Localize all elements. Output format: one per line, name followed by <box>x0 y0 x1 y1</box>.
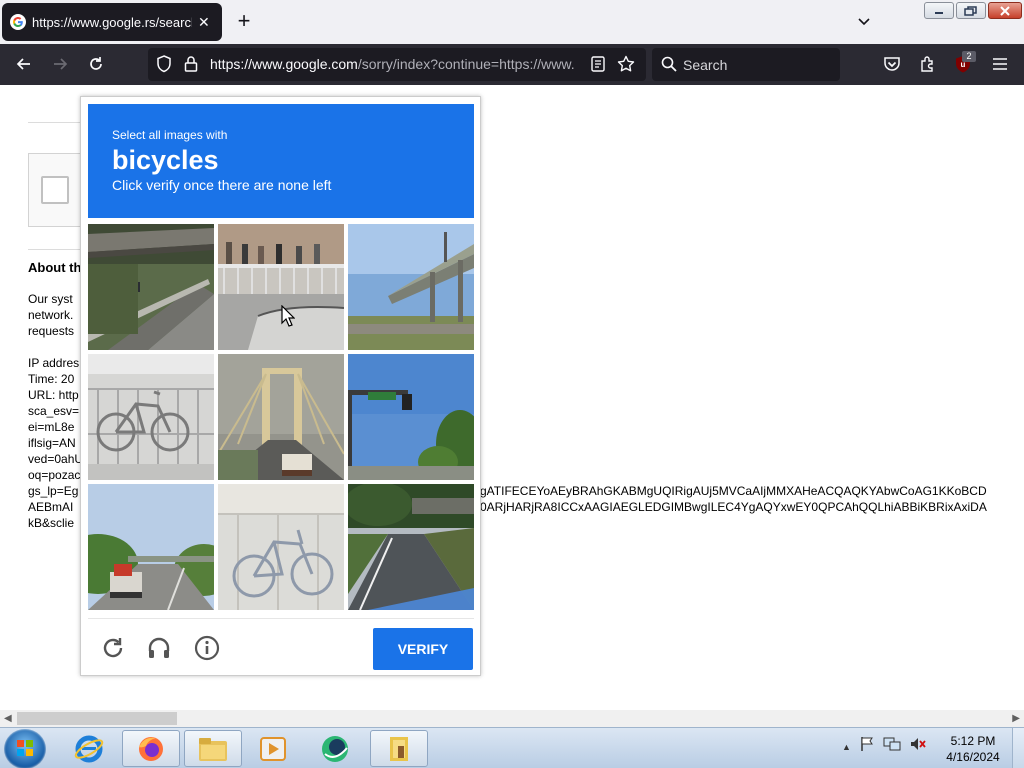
recaptcha-challenge: Select all images with bicycles Click ve… <box>80 96 481 676</box>
tracking-protection-shield-icon[interactable] <box>154 54 174 74</box>
scroll-left-arrow-icon[interactable]: ◀ <box>4 713 12 724</box>
divider <box>28 122 88 123</box>
url-host: https://www.google.com <box>210 56 358 72</box>
green-app-icon[interactable] <box>306 730 364 767</box>
tab-close-icon[interactable]: ✕ <box>198 14 210 31</box>
page-text-line: requests <box>28 324 75 338</box>
start-button-windows-icon[interactable] <box>4 729 46 768</box>
close-window-icon[interactable] <box>988 2 1022 19</box>
captcha-tile-truck-highway[interactable] <box>88 484 214 610</box>
url-path: /sorry/index?continue=https://www. <box>357 56 575 72</box>
info-help-icon[interactable] <box>194 635 220 661</box>
page-text-line: ei=mL8e <box>28 420 75 434</box>
reload-challenge-icon[interactable] <box>100 635 126 661</box>
challenge-subtitle: Select all images with <box>112 128 228 142</box>
show-hidden-icons-arrow-icon[interactable]: ▲ <box>842 742 851 752</box>
challenge-instruction: Click verify once there are none left <box>112 177 332 193</box>
extensions-puzzle-icon[interactable] <box>918 54 938 74</box>
url-bar[interactable]: https://www.google.com/sorry/index?conti… <box>148 48 646 81</box>
captcha-tile-bicycle-fence[interactable] <box>88 354 214 480</box>
page-text-line: network. <box>28 308 74 322</box>
image-grid <box>88 224 474 610</box>
horizontal-scrollbar[interactable]: ◀ ▶ <box>0 710 1024 727</box>
forward-icon[interactable] <box>50 54 70 74</box>
internet-explorer-icon[interactable] <box>60 730 118 767</box>
about-heading: About th <box>28 260 82 275</box>
network-icon[interactable] <box>883 736 901 757</box>
tab-strip: https://www.google.rs/search? ✕ + <box>0 0 1024 44</box>
recaptcha-anchor-box <box>28 153 88 227</box>
reload-icon[interactable] <box>86 54 106 74</box>
captcha-tile-suspension-bridge[interactable] <box>218 354 344 480</box>
clock-time: 5:12 PM <box>950 734 996 748</box>
extension-badge: 2 <box>962 51 976 62</box>
url-text[interactable]: https://www.google.com/sorry/index?conti… <box>210 56 575 72</box>
folder-app-icon[interactable] <box>370 730 428 767</box>
file-explorer-icon[interactable] <box>184 730 242 767</box>
page-text-line: AEBmAI <box>28 500 74 514</box>
firefox-icon[interactable] <box>122 730 180 767</box>
search-input[interactable]: Search <box>683 57 727 73</box>
search-icon <box>659 54 679 74</box>
page-text-line: gATIFECEYoAEyBRAhGKABMgUQIRigAUj5MVCaAIj… <box>480 484 987 498</box>
page-text-line: gs_lp=Eg <box>28 484 79 498</box>
page-text-line: Time: 20 <box>28 372 75 386</box>
media-player-icon[interactable] <box>244 730 302 767</box>
pocket-icon[interactable] <box>882 54 902 74</box>
captcha-tile-traffic-light[interactable] <box>348 354 474 480</box>
challenge-header: Select all images with bicycles Click ve… <box>88 104 474 218</box>
reader-view-icon[interactable] <box>588 54 608 74</box>
clock-date: 4/16/2024 <box>946 750 1000 764</box>
captcha-tile-road-overpass[interactable] <box>348 484 474 610</box>
captcha-tile-railing-crowd[interactable] <box>218 224 344 350</box>
verify-button[interactable]: VERIFY <box>373 628 473 670</box>
restore-icon[interactable] <box>956 2 986 19</box>
navigation-toolbar: https://www.google.com/sorry/index?conti… <box>0 44 1024 85</box>
google-favicon-icon <box>10 14 26 30</box>
scrollbar-thumb[interactable] <box>17 712 177 725</box>
bookmark-star-icon[interactable] <box>616 54 636 74</box>
tab-title: https://www.google.rs/search? <box>32 14 192 30</box>
captcha-tile-overpass-road[interactable] <box>88 224 214 350</box>
taskbar: ▲ 5:12 PM 4/16/2024 <box>0 727 1024 768</box>
page-text-line: oq=pozac <box>28 468 81 482</box>
page-text-line: ved=0ahU <box>28 452 84 466</box>
system-clock[interactable]: 5:12 PM 4/16/2024 <box>940 733 1006 765</box>
challenge-footer: VERIFY <box>88 618 474 670</box>
page-text-line: Our syst <box>28 292 73 306</box>
divider <box>28 249 88 250</box>
mouse-cursor-icon <box>281 304 296 327</box>
show-desktop-button[interactable] <box>1012 728 1024 768</box>
search-bar[interactable]: Search <box>652 48 840 81</box>
system-tray: ▲ <box>842 736 927 757</box>
recaptcha-checkbox[interactable] <box>41 176 69 204</box>
challenge-target: bicycles <box>112 145 219 175</box>
page-text-line: kB&sclie <box>28 516 75 530</box>
page-text-line: 0ARjHARjRA8ICCxAAGIAEGLEDGIMBwgILEC4YgAQ… <box>480 500 987 514</box>
captcha-tile-highway-bridge[interactable] <box>348 224 474 350</box>
list-all-tabs-icon[interactable] <box>852 12 876 32</box>
lock-icon[interactable] <box>181 54 201 74</box>
back-icon[interactable] <box>14 54 34 74</box>
new-tab-button[interactable]: + <box>232 10 256 34</box>
hamburger-menu-icon[interactable] <box>990 54 1010 74</box>
captcha-tile-faded-bicycle[interactable] <box>218 484 344 610</box>
page-text-line: iflsig=AN <box>28 436 76 450</box>
window-controls <box>924 2 1022 19</box>
audio-challenge-headphones-icon[interactable] <box>146 635 172 661</box>
minimize-icon[interactable] <box>924 2 954 19</box>
page-text-line: URL: http <box>28 388 79 402</box>
action-center-flag-icon[interactable] <box>859 736 875 757</box>
page-text-line: sca_esv= <box>28 404 80 418</box>
volume-muted-icon[interactable] <box>909 736 927 757</box>
browser-tab[interactable]: https://www.google.rs/search? ✕ <box>2 3 222 41</box>
scroll-right-arrow-icon[interactable]: ▶ <box>1012 713 1020 724</box>
page-text-line: IP addres <box>28 356 80 370</box>
